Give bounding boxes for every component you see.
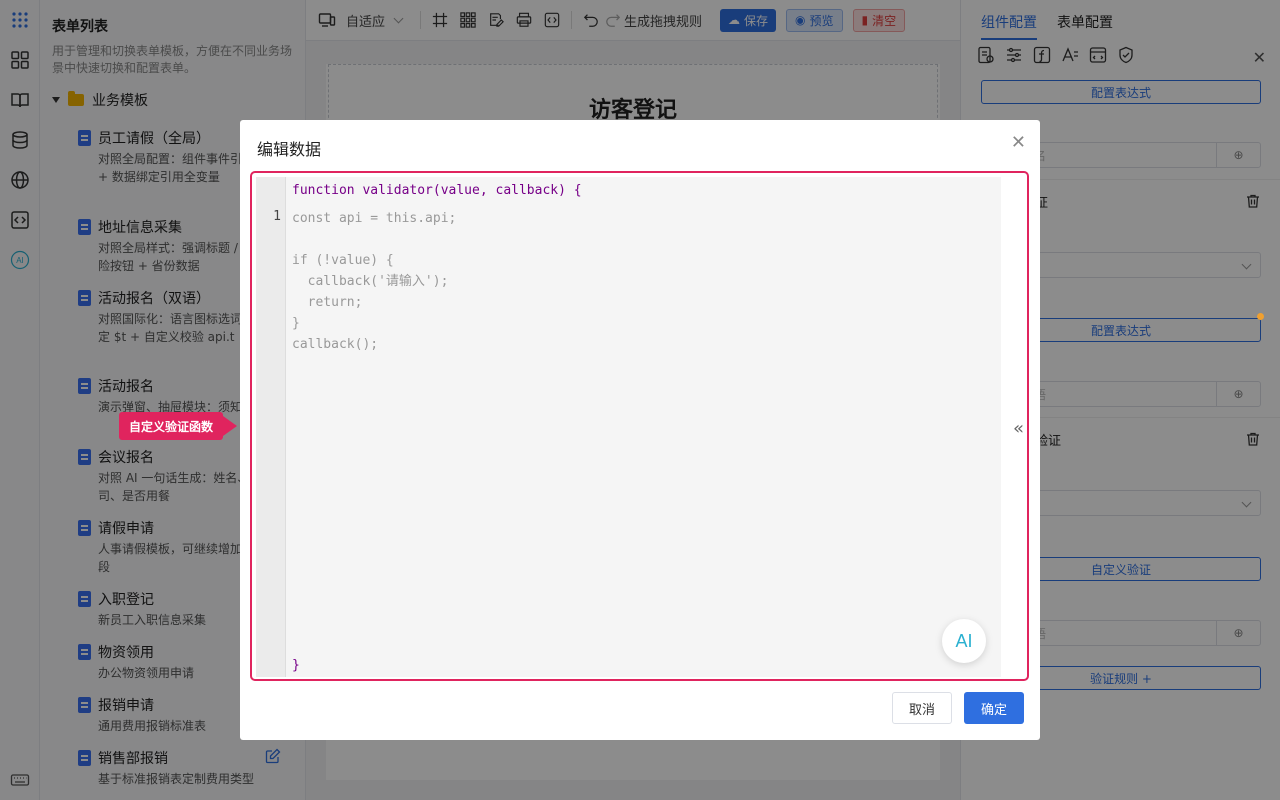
editor-highlight-frame: 1 function validator(value, callback) { …	[250, 171, 1029, 681]
annotation-callout: 自定义验证函数	[119, 412, 238, 440]
status-dot	[1257, 313, 1264, 320]
close-icon[interactable]: ✕	[1011, 132, 1026, 153]
code-closing-brace: }	[292, 658, 300, 673]
collapse-panel-icon[interactable]: «	[1013, 418, 1024, 439]
code-editor[interactable]: 1 function validator(value, callback) { …	[256, 177, 1001, 677]
code-body[interactable]: const api = this.api; if (!value) { call…	[292, 208, 456, 355]
modal-title: 编辑数据	[257, 140, 322, 159]
edit-data-modal: 编辑数据 ✕ 1 function validator(value, callb…	[240, 120, 1040, 740]
confirm-button[interactable]: 确定	[964, 692, 1024, 724]
code-signature: function validator(value, callback) {	[292, 183, 582, 198]
ai-assist-button[interactable]: AI	[942, 619, 986, 663]
line-gutter: 1	[256, 177, 286, 677]
cancel-button[interactable]: 取消	[892, 692, 952, 724]
line-number: 1	[273, 209, 281, 224]
